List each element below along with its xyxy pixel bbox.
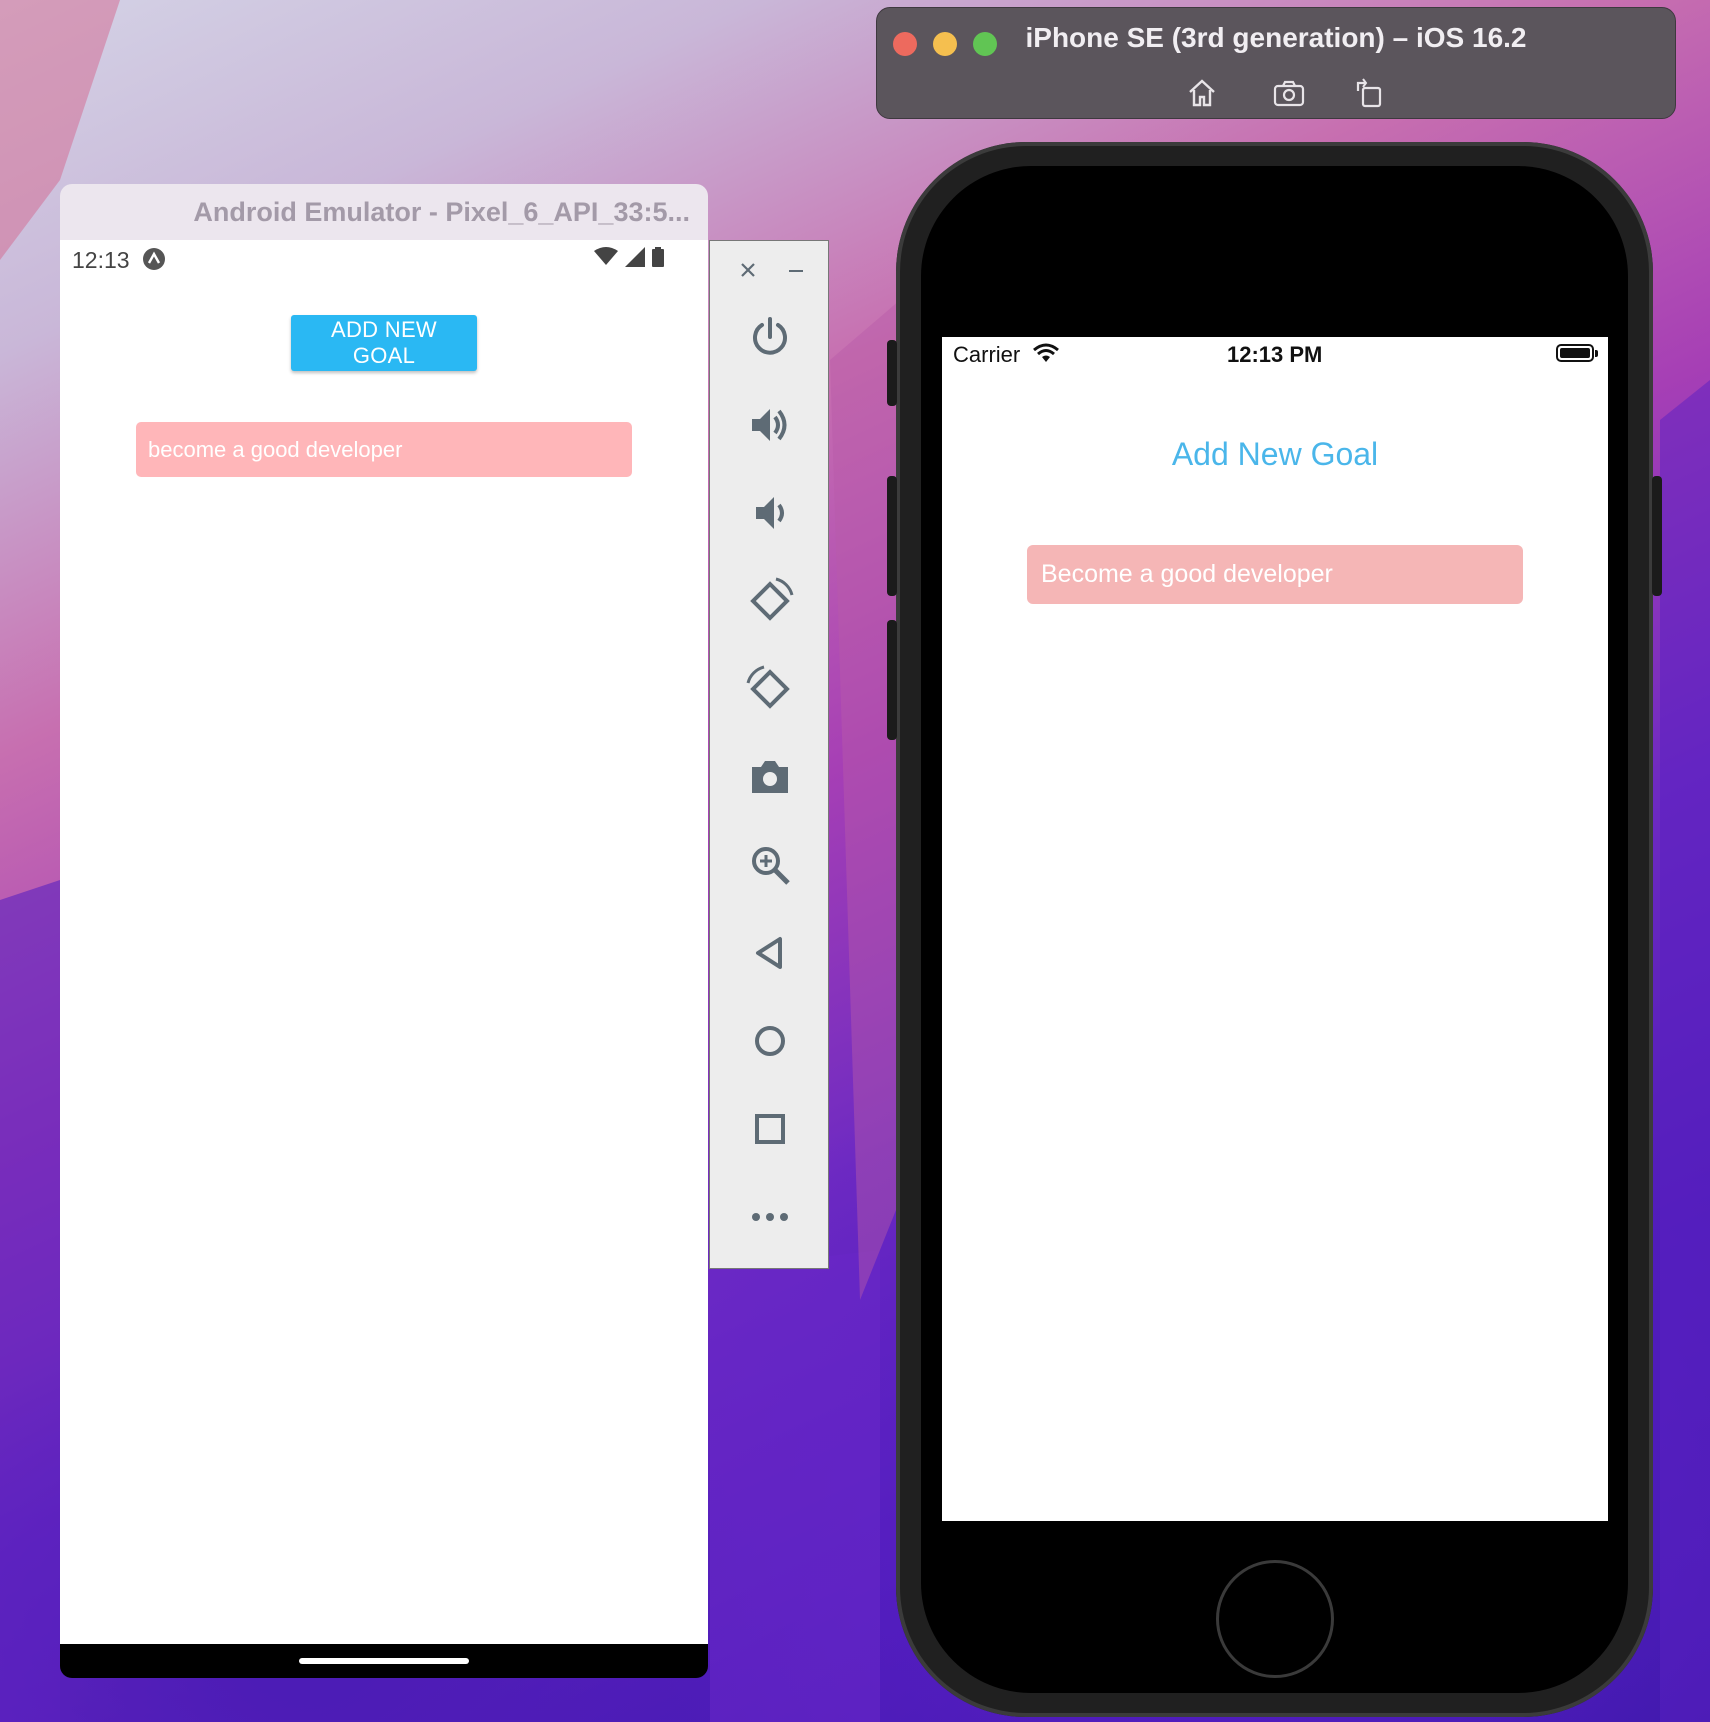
- more-icon[interactable]: [710, 1187, 830, 1247]
- rotate-icon[interactable]: [1352, 76, 1386, 110]
- volume-up-icon[interactable]: [710, 395, 830, 455]
- ios-screen: [942, 337, 1608, 1521]
- close-icon[interactable]: [735, 257, 761, 283]
- wifi-icon: [594, 247, 618, 272]
- home-icon[interactable]: [710, 1011, 830, 1071]
- android-clock: 12:13: [72, 247, 130, 274]
- rotate-right-icon[interactable]: [710, 659, 830, 719]
- overview-icon[interactable]: [710, 1099, 830, 1159]
- add-new-goal-button[interactable]: ADD NEW GOAL: [291, 315, 477, 371]
- ios-simulator-titlebar: iPhone SE (3rd generation) – iOS 16.2: [876, 7, 1676, 119]
- power-icon[interactable]: [710, 307, 830, 367]
- volume-down-icon[interactable]: [710, 483, 830, 543]
- carrier-label: Carrier: [953, 342, 1021, 367]
- signal-icon: [625, 247, 645, 272]
- android-notification-icon: [142, 247, 166, 277]
- android-window-title[interactable]: Android Emulator - Pixel_6_API_33:5...: [60, 184, 708, 240]
- volume-up-side-button: [887, 476, 897, 596]
- android-emulator-toolbar: [709, 240, 829, 1269]
- camera-icon[interactable]: [710, 747, 830, 807]
- goal-item: become a good developer: [136, 422, 632, 477]
- wifi-icon: [1032, 343, 1060, 369]
- battery-icon: [1556, 344, 1598, 362]
- mute-switch: [887, 340, 897, 406]
- iphone-home-button[interactable]: [1216, 1560, 1334, 1678]
- battery-icon: [652, 247, 664, 272]
- minimize-icon[interactable]: [783, 257, 809, 283]
- zoom-icon[interactable]: [710, 835, 830, 895]
- add-new-goal-button[interactable]: Add New Goal: [942, 436, 1608, 473]
- ios-status-time: 12:13 PM: [1227, 342, 1323, 367]
- screenshot-icon[interactable]: [1272, 76, 1306, 110]
- android-emulator-window: Android Emulator - Pixel_6_API_33:5...: [60, 184, 708, 1678]
- power-side-button: [1652, 476, 1662, 596]
- ios-window-title: iPhone SE (3rd generation) – iOS 16.2: [1025, 22, 1527, 53]
- android-gesture-handle[interactable]: [299, 1658, 469, 1664]
- ios-status-carrier: Carrier: [953, 342, 1060, 369]
- android-status-time: 12:13: [72, 247, 166, 277]
- goal-item: Become a good developer: [1027, 545, 1523, 604]
- android-status-icons: [594, 247, 664, 272]
- volume-down-side-button: [887, 620, 897, 740]
- back-icon[interactable]: [710, 923, 830, 983]
- rotate-left-icon[interactable]: [710, 571, 830, 631]
- home-icon[interactable]: [1185, 76, 1219, 110]
